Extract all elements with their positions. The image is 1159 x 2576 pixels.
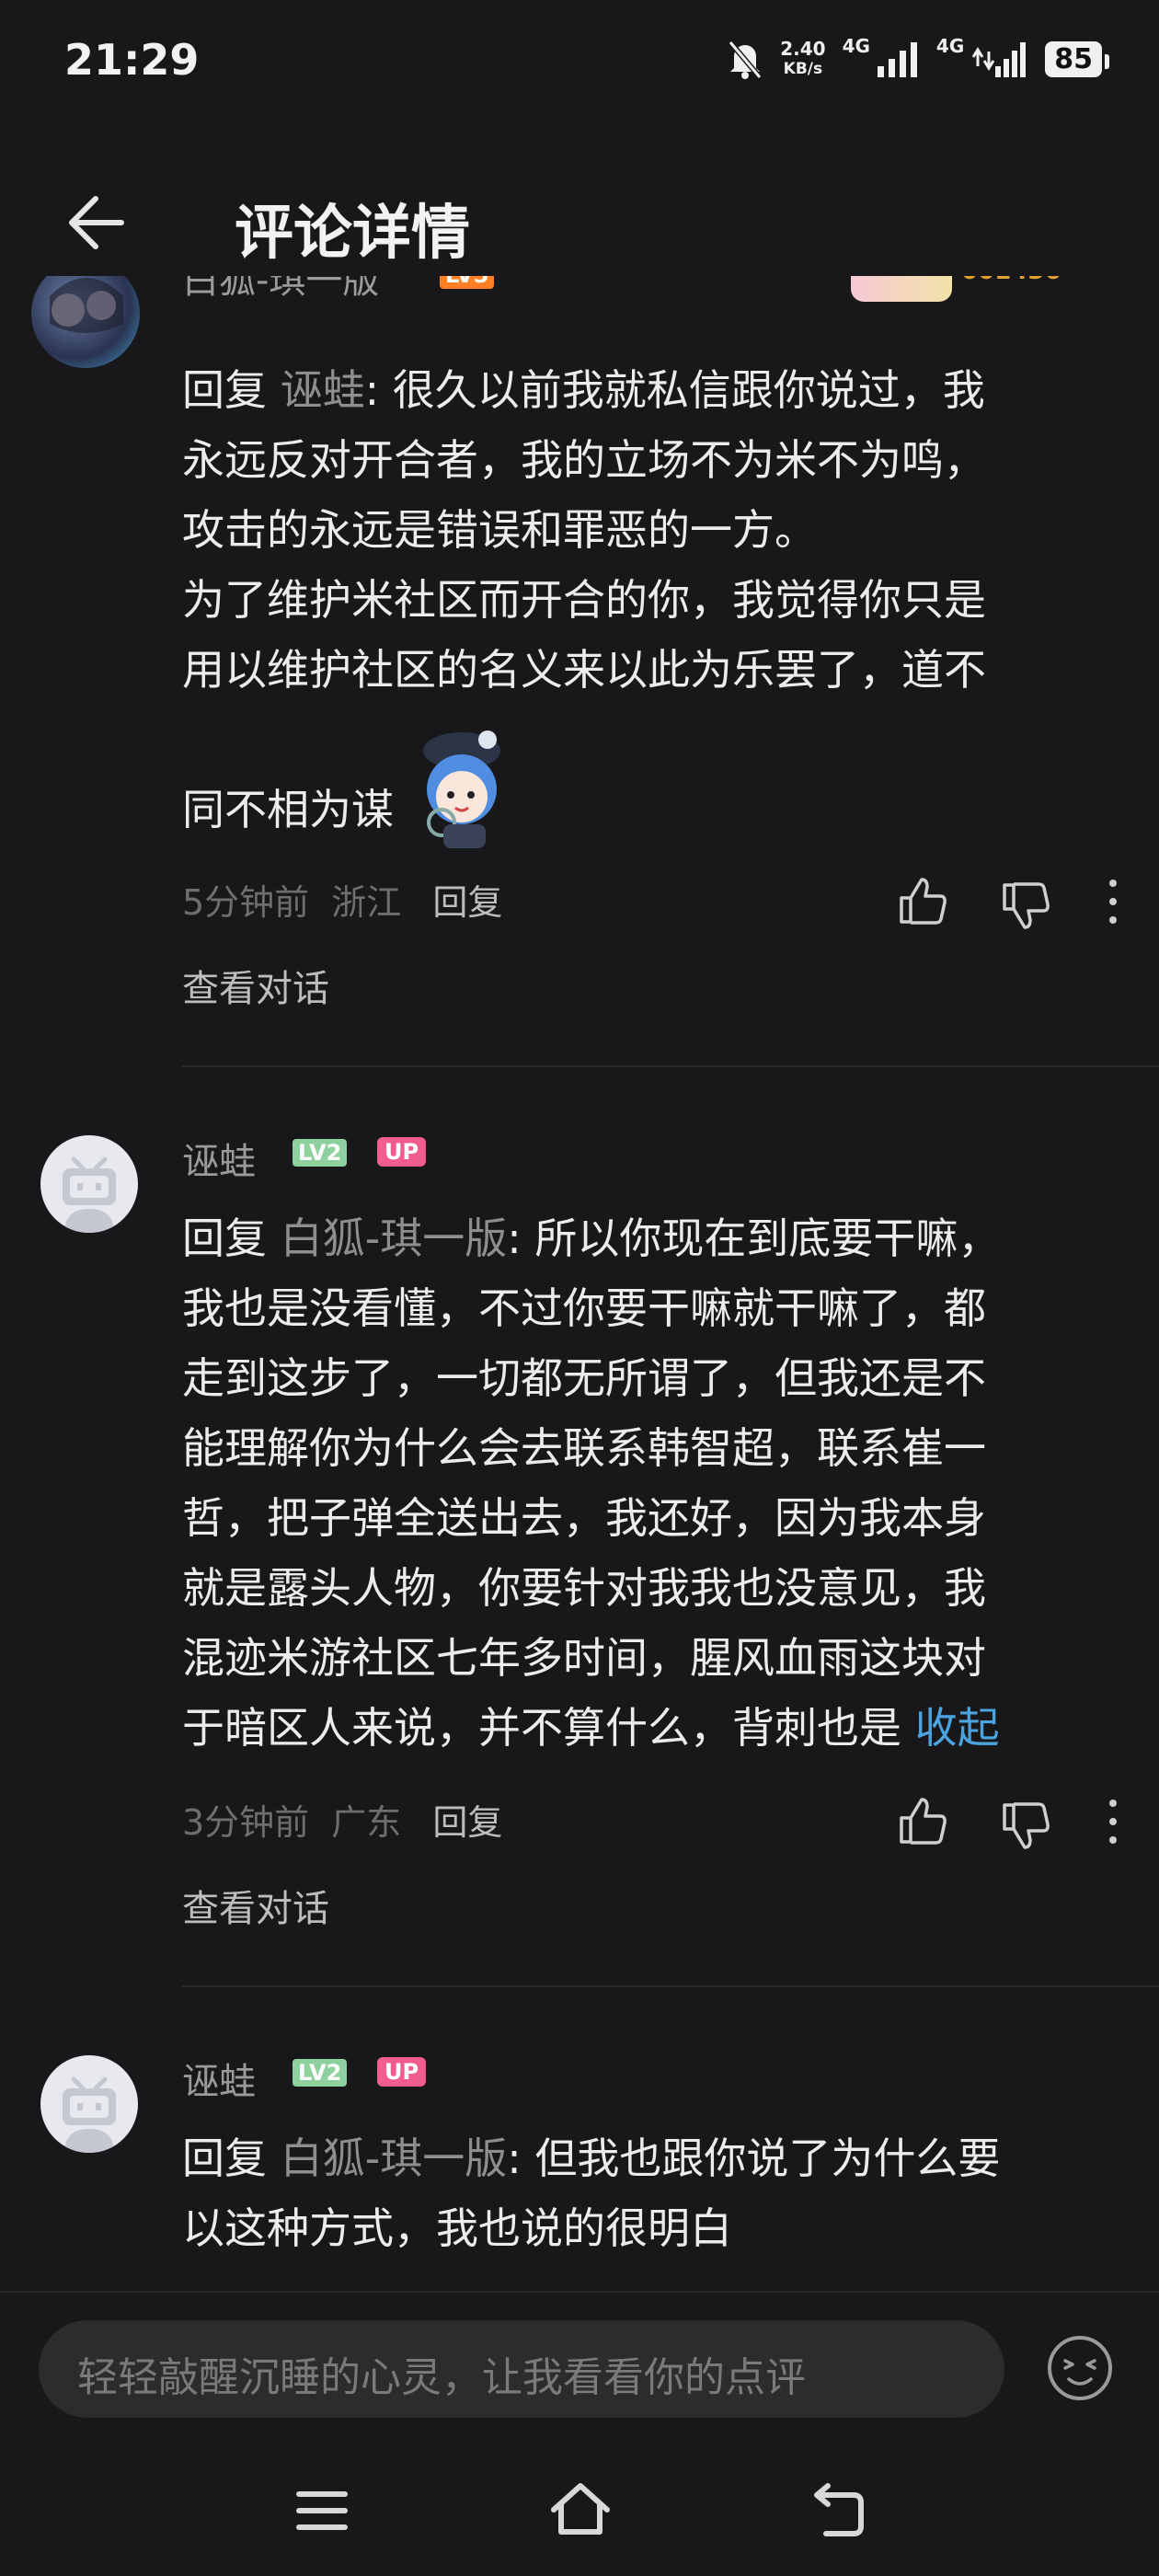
view-conversation-link[interactable]: 查看对话	[182, 959, 329, 1012]
page-header: 评论详情	[0, 147, 1159, 276]
comment-text: 回复 白狐-琪一版: 所以你现在到底要干嘛， 我也是没看懂，不过你要干嘛就干嘛了…	[182, 1213, 1001, 1753]
level-badge: LV2	[293, 1139, 348, 1167]
reply-target-link[interactable]: 诬蛙	[281, 365, 365, 415]
username[interactable]: 白狐-琪一版	[182, 276, 379, 304]
system-nav-bar	[0, 2447, 1159, 2576]
comment-input[interactable]: 轻轻敲醒沉睡的心灵，让我看看你的点评	[39, 2320, 1004, 2418]
mute-bell-icon	[728, 40, 763, 79]
comment-location: 广东	[331, 1802, 402, 1843]
comment-meta: 5分钟前 浙江 回复	[182, 874, 502, 925]
more-icon[interactable]	[1100, 1794, 1126, 1849]
dislike-icon[interactable]	[997, 878, 1054, 935]
back-arrow-icon[interactable]	[55, 186, 129, 259]
reply-button[interactable]: 回复	[432, 1802, 502, 1843]
comment-text: 回复 白狐-琪一版: 但我也跟你说了为什么要 以这种方式，我也说的很明白	[182, 2133, 1001, 2253]
view-conversation-link[interactable]: 查看对话	[182, 1879, 329, 1932]
like-icon[interactable]	[894, 1792, 951, 1849]
dislike-icon[interactable]	[997, 1798, 1054, 1855]
fan-badge	[851, 276, 952, 302]
comment-location: 浙江	[331, 882, 402, 923]
up-badge: UP	[377, 2057, 427, 2087]
username[interactable]: 诬蛙	[182, 1132, 256, 1185]
level-badge: LV5	[440, 276, 495, 289]
default-avatar-icon	[63, 2076, 116, 2153]
comment-item: 白狐-琪一版 LV5 001436 回复 诬蛙: 很久以前我就私信跟你说过，我 …	[0, 276, 1159, 1067]
collapse-link[interactable]: 收起	[915, 1703, 1000, 1753]
input-placeholder: 轻轻敲醒沉睡的心灵，让我看看你的点评	[77, 2354, 806, 2401]
fan-number: 001436	[961, 276, 1061, 285]
status-time: 21:29	[64, 35, 200, 85]
default-avatar-icon	[63, 1156, 116, 1233]
avatar[interactable]	[40, 1135, 138, 1233]
avatar-art	[50, 278, 123, 333]
level-badge: LV2	[293, 2059, 348, 2087]
reply-target-link[interactable]: 白狐-琪一版	[281, 1213, 508, 1263]
menu-icon[interactable]	[294, 2486, 350, 2536]
sim2-label: 4G	[935, 35, 965, 57]
more-icon[interactable]	[1100, 874, 1126, 929]
net-speed: 2.40 KB/s	[780, 38, 826, 78]
sim1-label: 4G	[842, 35, 870, 57]
battery-indicator: 85	[1045, 40, 1109, 77]
reply-button[interactable]: 回复	[432, 882, 502, 923]
signal-icon	[971, 42, 1027, 77]
home-icon[interactable]	[548, 2480, 613, 2539]
status-icons: 2.40 KB/s 4G 4G 85	[727, 33, 1109, 85]
sticker-image	[423, 730, 500, 848]
comment-time: 3分钟前	[182, 1802, 310, 1843]
signal-icon	[877, 42, 917, 77]
comment-text: 回复 诬蛙: 很久以前我就私信跟你说过，我 永远反对开合者，我的立场不为米不为鸣…	[182, 355, 1159, 848]
avatar[interactable]	[40, 2055, 138, 2153]
reply-target-link[interactable]: 白狐-琪一版	[281, 2133, 508, 2183]
username[interactable]: 诬蛙	[182, 2052, 256, 2105]
up-badge: UP	[377, 1137, 427, 1167]
emoji-icon[interactable]	[1045, 2333, 1115, 2403]
comment-item: 诬蛙 LV2 UP 回复 白狐-琪一版: 所以你现在到底要干嘛， 我也是没看懂，…	[0, 1067, 1159, 1987]
comment-time: 5分钟前	[182, 882, 310, 923]
return-icon[interactable]	[809, 2480, 868, 2539]
status-bar: 21:29 2.40 KB/s 4G 4G 85	[0, 0, 1159, 129]
avatar[interactable]	[31, 276, 140, 368]
comment-input-bar: 轻轻敲醒沉睡的心灵，让我看看你的点评	[0, 2291, 1159, 2449]
comment-meta: 3分钟前 广东 回复	[182, 1794, 502, 1845]
comment-item: 诬蛙 LV2 UP 回复 白狐-琪一版: 但我也跟你说了为什么要 以这种方式，我…	[0, 1987, 1159, 2291]
like-icon[interactable]	[894, 872, 951, 929]
page-title: 评论详情	[235, 200, 470, 268]
